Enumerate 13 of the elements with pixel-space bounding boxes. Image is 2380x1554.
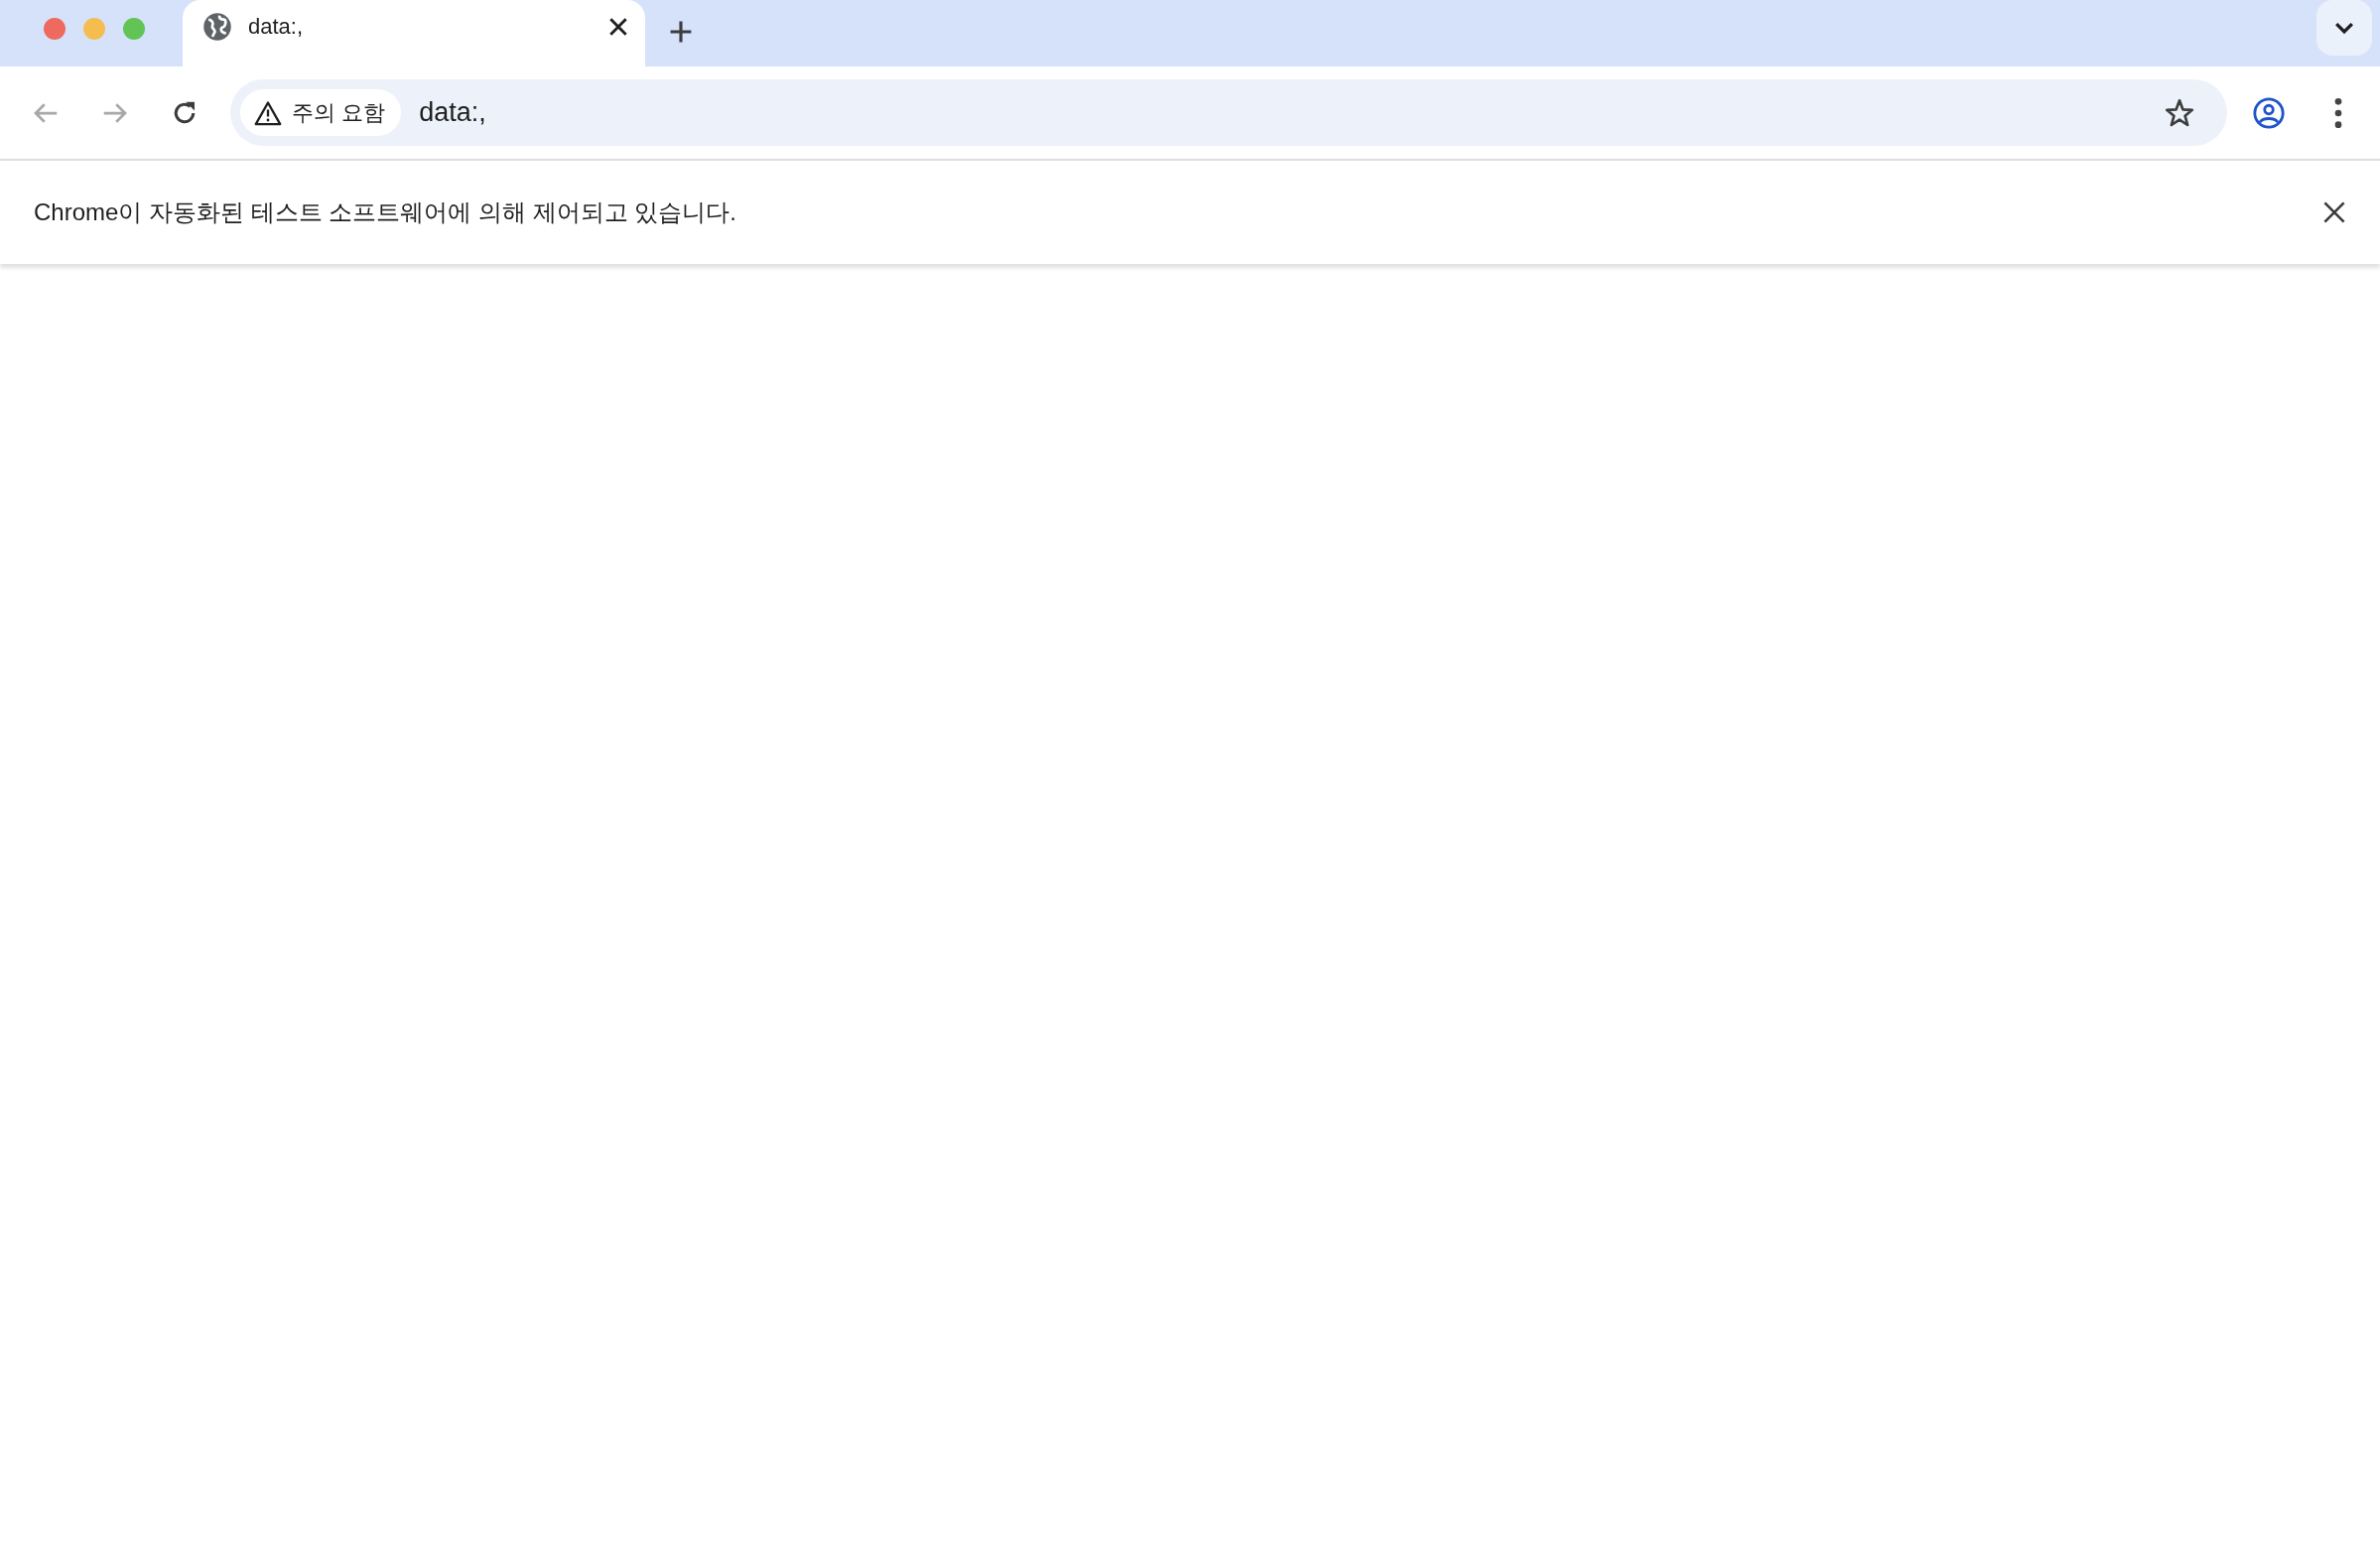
more-icon[interactable] [2333, 95, 2343, 130]
address-bar[interactable]: 주의 요함 data:, [230, 79, 2227, 146]
tab-search-button[interactable] [2316, 0, 2372, 56]
close-icon[interactable] [2322, 200, 2346, 224]
security-chip[interactable]: 주의 요함 [240, 89, 402, 136]
automation-message: Chrome이 자동화된 테스트 소프트웨어에 의해 제어되고 있습니다. [34, 197, 738, 227]
close-icon[interactable] [607, 15, 629, 38]
profile-icon[interactable] [2252, 95, 2286, 130]
plus-icon[interactable] [668, 19, 694, 45]
star-icon[interactable] [2164, 96, 2195, 129]
browser-tab[interactable]: data:, [183, 0, 645, 66]
url-text: data:, [419, 97, 487, 128]
warning-icon [254, 99, 282, 126]
